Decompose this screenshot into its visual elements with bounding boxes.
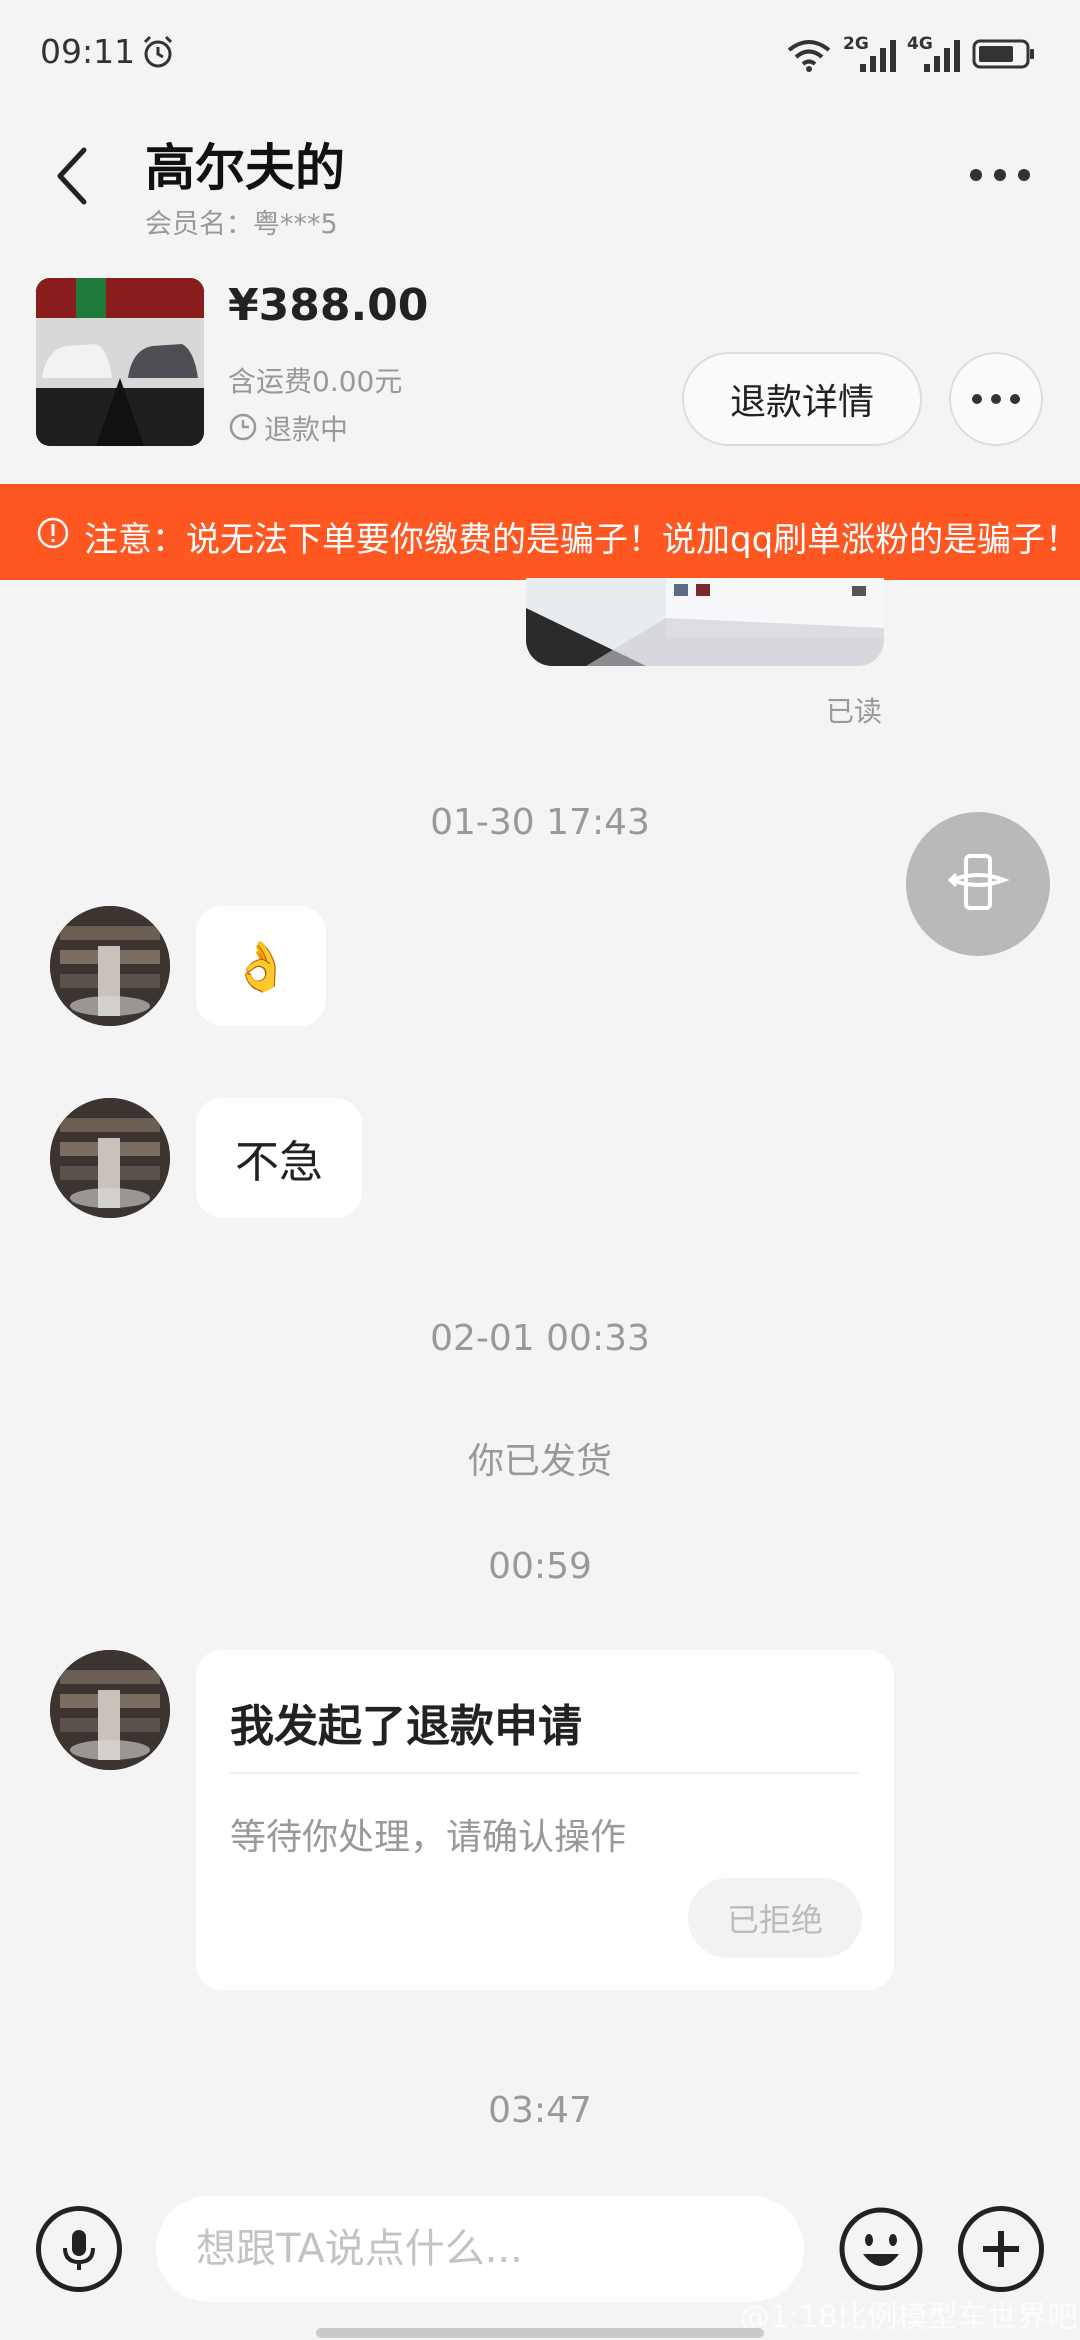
shipping-note: 含运费0.00元 — [228, 365, 403, 398]
home-indicator[interactable] — [316, 2328, 764, 2338]
more-icon-dot — [1018, 169, 1030, 181]
product-price: ¥388.00 — [228, 280, 429, 331]
more-icon-dot — [1010, 394, 1020, 404]
clock-icon — [229, 413, 257, 441]
voice-button[interactable] — [36, 2206, 122, 2292]
refund-detail-button[interactable]: 退款详情 — [682, 352, 922, 446]
alarm-icon — [143, 35, 173, 68]
plus-button[interactable] — [958, 2206, 1044, 2292]
message-timestamp: 02-01 00:33 — [430, 1318, 650, 1359]
message-timestamp: 03:47 — [488, 2090, 592, 2131]
signal-icon — [924, 40, 960, 72]
warning-text: 注意：说无法下单要你缴费的是骗子！说加qq刷单涨粉的是骗子！ — [84, 520, 1080, 560]
more-icon-dot — [994, 169, 1006, 181]
more-icon-dot — [972, 394, 982, 404]
avatar-image — [50, 906, 170, 1026]
emoji-icon[interactable] — [838, 2206, 924, 2292]
wifi-icon — [787, 40, 831, 72]
avatar[interactable] — [50, 906, 170, 1026]
back-button[interactable] — [48, 142, 100, 210]
signal-icon — [860, 40, 896, 72]
message-bubble-text[interactable]: 不急 — [196, 1098, 362, 1218]
refund-card-title: 我发起了退款申请 — [230, 1701, 582, 1752]
avatar-image — [50, 1650, 170, 1770]
message-input[interactable] — [156, 2196, 804, 2302]
warning-icon — [37, 517, 69, 549]
refund-rejected-button[interactable]: 已拒绝 — [688, 1878, 862, 1958]
divider — [230, 1772, 858, 1774]
product-more-button[interactable] — [949, 352, 1043, 446]
rotate-screen-icon — [947, 854, 1010, 910]
plus-icon — [983, 2231, 1019, 2267]
chat-title: 高尔夫的 — [145, 139, 345, 197]
message-bubble-emoji[interactable]: 👌 — [196, 906, 326, 1026]
microphone-icon — [63, 2230, 95, 2270]
battery-icon — [972, 39, 1034, 69]
avatar[interactable] — [50, 1650, 170, 1770]
system-message-shipped: 你已发货 — [467, 1441, 612, 1482]
read-receipt: 已读 — [826, 695, 883, 728]
refund-card-description: 等待你处理，请确认操作 — [230, 1817, 627, 1858]
warning-banner[interactable]: 注意：说无法下单要你缴费的是骗子！说加qq刷单涨粉的是骗子！ — [0, 484, 1080, 580]
product-thumbnail[interactable] — [36, 278, 204, 446]
avatar-image — [50, 1098, 170, 1218]
sent-image — [526, 578, 884, 666]
more-icon-dot — [991, 394, 1001, 404]
member-name: 会员名：粤***5 — [145, 209, 338, 240]
more-icon-dot — [970, 169, 982, 181]
more-button[interactable] — [964, 160, 1036, 190]
avatar[interactable] — [50, 1098, 170, 1218]
status-time: 09:11 — [40, 32, 136, 71]
message-timestamp: 00:59 — [488, 1546, 592, 1587]
refund-status: 退款中 — [264, 413, 349, 446]
sent-image-message[interactable] — [526, 578, 884, 666]
refund-request-card[interactable]: 我发起了退款申请 等待你处理，请确认操作 已拒绝 — [196, 1650, 894, 1990]
product-image — [36, 278, 204, 446]
rotate-screen-button[interactable] — [906, 812, 1050, 956]
message-timestamp: 01-30 17:43 — [430, 802, 650, 843]
watermark: @1:18比例模型车世界吧 — [740, 2300, 1078, 2335]
